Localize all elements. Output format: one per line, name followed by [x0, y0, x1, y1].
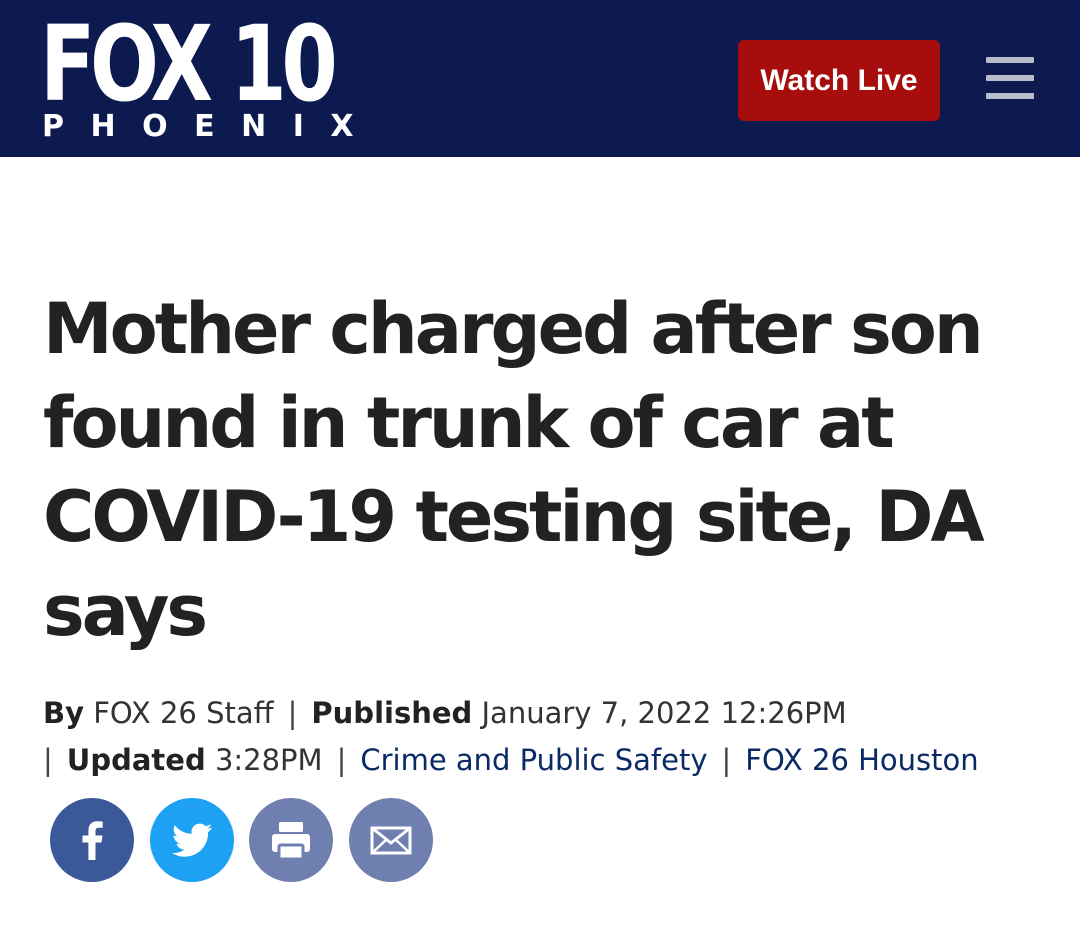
- article-meta: By FOX 26 Staff | Published January 7, 202…: [43, 690, 1053, 784]
- meta-separator: |: [287, 696, 298, 730]
- facebook-icon: [82, 821, 103, 860]
- email-icon: [370, 826, 412, 855]
- twitter-share-button[interactable]: [150, 798, 234, 882]
- print-icon: [272, 822, 310, 861]
- author-name: FOX 26 Staff: [93, 696, 274, 730]
- meta-separator: |: [43, 743, 53, 777]
- article-headline: Mother charged after son found in trunk …: [43, 288, 985, 652]
- twitter-icon: [171, 823, 212, 857]
- published-label: Published: [311, 696, 473, 730]
- published-date: January 7, 2022 12:26PM: [481, 696, 847, 730]
- facebook-share-button[interactable]: [50, 798, 134, 882]
- hamburger-menu-icon[interactable]: [986, 57, 1034, 99]
- watch-live-button[interactable]: Watch Live: [738, 40, 940, 121]
- email-share-button[interactable]: [349, 798, 433, 882]
- menu-bar: [986, 57, 1034, 63]
- fox10-phoenix-logo[interactable]: FOX 10 PHOENIX: [40, 12, 360, 144]
- menu-bar: [986, 75, 1034, 81]
- updated-label: Updated: [66, 743, 206, 777]
- logo-wordmark: FOX 10: [40, 3, 338, 125]
- logo-city: PHOENIX: [42, 109, 380, 144]
- site-header: FOX 10 PHOENIX Watch Live: [0, 0, 1080, 157]
- print-share-button[interactable]: [249, 798, 333, 882]
- by-label: By: [43, 696, 85, 730]
- meta-separator: |: [721, 743, 732, 777]
- category-link[interactable]: Crime and Public Safety: [360, 743, 707, 777]
- source-link[interactable]: FOX 26 Houston: [745, 743, 978, 777]
- meta-separator: |: [336, 743, 347, 777]
- menu-bar: [986, 93, 1034, 99]
- updated-time: 3:28PM: [214, 743, 323, 777]
